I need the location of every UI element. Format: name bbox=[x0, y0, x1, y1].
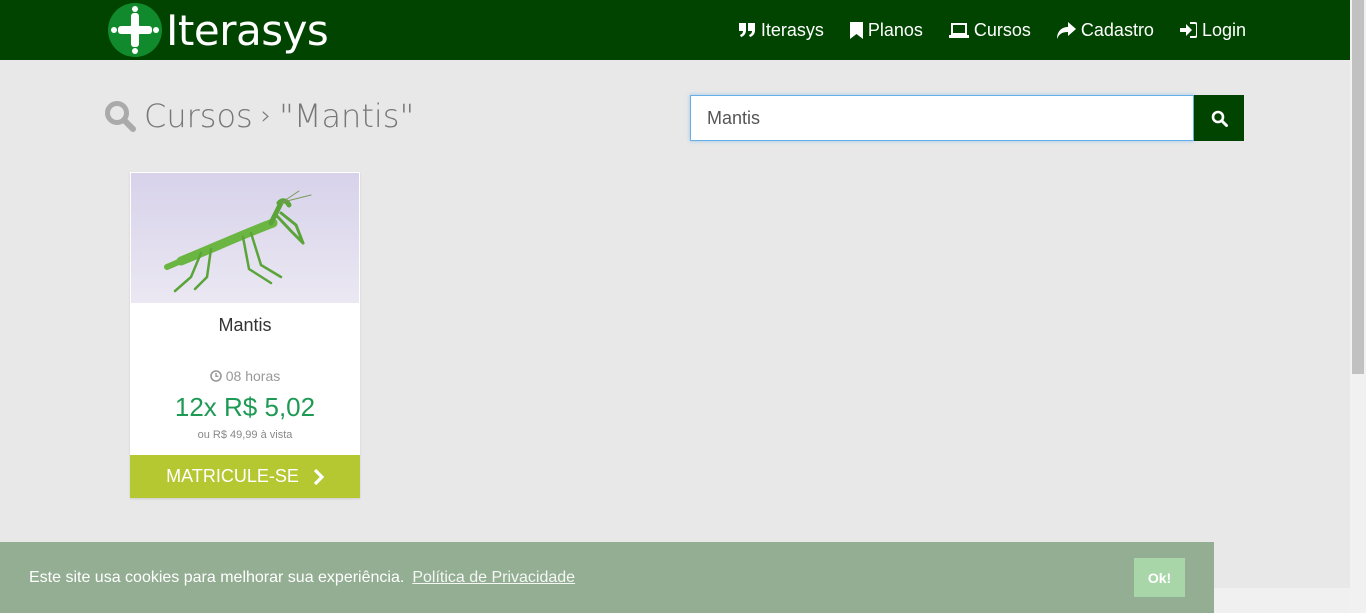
search-icon bbox=[1211, 110, 1228, 127]
course-price-note: ou R$ 49,99 à vista bbox=[197, 429, 293, 441]
bookmark-icon bbox=[849, 21, 863, 39]
nav-item-label: Login bbox=[1201, 19, 1246, 40]
brand-logo-link[interactable]: Iterasys bbox=[108, 2, 329, 58]
nav-item-iterasys[interactable]: Iterasys bbox=[738, 20, 824, 41]
cookie-consent-bar: Este site usa cookies para melhorar sua … bbox=[0, 542, 1214, 613]
laptop-icon bbox=[948, 22, 969, 38]
search-input[interactable] bbox=[690, 95, 1194, 141]
search-button[interactable] bbox=[1194, 95, 1244, 141]
page-background-strip bbox=[1214, 588, 1350, 613]
course-price: 12x R$ 5,02 bbox=[174, 392, 316, 422]
sign-in-icon bbox=[1179, 22, 1197, 38]
iterasys-logo-icon bbox=[108, 3, 162, 57]
nav-item-label: Iterasys bbox=[760, 19, 824, 40]
nav-item-label: Planos bbox=[867, 19, 923, 40]
course-title[interactable]: Mantis bbox=[130, 315, 360, 336]
cookie-message: Este site usa cookies para melhorar sua … bbox=[29, 568, 405, 586]
nav-item-label: Cursos bbox=[973, 19, 1031, 40]
main-nav: Iterasys Planos Cursos Cadastro Login bbox=[738, 0, 1246, 60]
nav-item-login[interactable]: Login bbox=[1179, 19, 1246, 41]
title-query: "Mantis" bbox=[279, 97, 415, 135]
clock-icon bbox=[209, 370, 222, 382]
enroll-button[interactable]: MATRICULE-SE bbox=[130, 455, 360, 498]
privacy-policy-link[interactable]: Política de Privacidade bbox=[412, 569, 575, 587]
scrollbar-thumb[interactable] bbox=[1352, 0, 1364, 374]
cookie-ok-button[interactable]: Ok! bbox=[1134, 558, 1185, 597]
nav-item-planos[interactable]: Planos bbox=[849, 19, 923, 41]
share-arrow-icon bbox=[1056, 21, 1076, 39]
course-duration: 08 horas bbox=[130, 368, 360, 384]
brand-name: Iterasys bbox=[166, 5, 329, 55]
enroll-label: MATRICULE-SE bbox=[166, 466, 299, 486]
top-navbar: Iterasys Iterasys Planos Cursos Cadastro… bbox=[0, 0, 1350, 60]
title-section: Cursos bbox=[144, 97, 253, 135]
title-separator: › bbox=[260, 101, 272, 131]
course-image[interactable] bbox=[131, 173, 359, 303]
nav-item-label: Cadastro bbox=[1080, 19, 1154, 40]
duration-label: 08 horas bbox=[225, 368, 281, 384]
search-icon bbox=[105, 101, 136, 132]
chevron-right-icon bbox=[313, 468, 324, 485]
quote-icon bbox=[738, 23, 755, 37]
nav-item-cadastro[interactable]: Cadastro bbox=[1056, 19, 1154, 41]
course-card[interactable]: Mantis 08 horas 12x R$ 5,02 ou R$ 49,99 … bbox=[130, 172, 360, 498]
vertical-scrollbar[interactable] bbox=[1350, 0, 1366, 613]
nav-item-cursos[interactable]: Cursos bbox=[948, 19, 1031, 41]
page-title: Cursos › "Mantis" bbox=[104, 97, 414, 135]
